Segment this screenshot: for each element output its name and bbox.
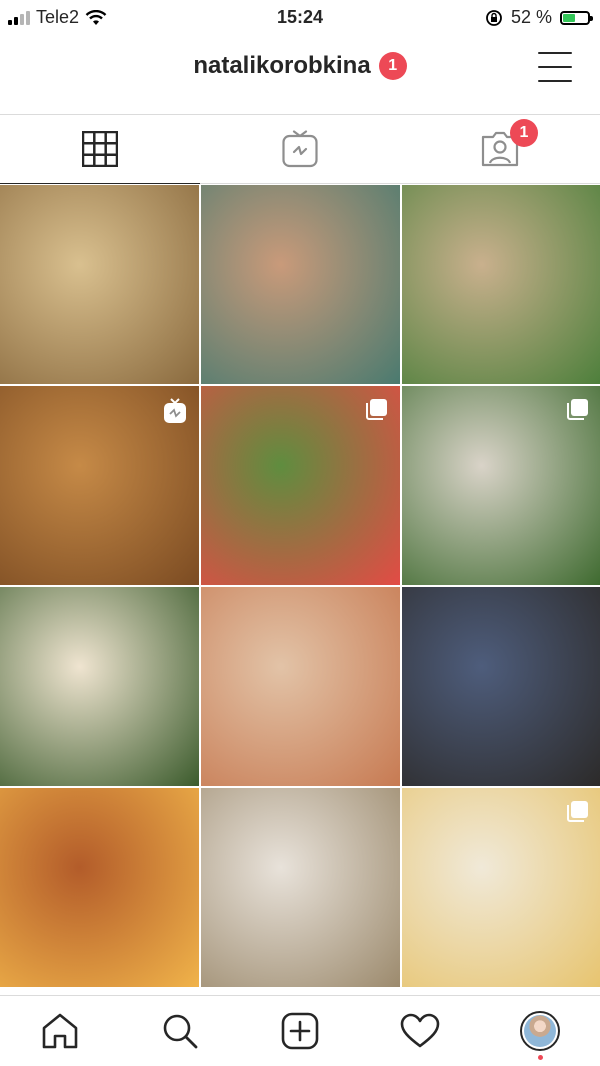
notification-badge: 1 <box>378 52 407 80</box>
grid-post[interactable]: family picnic on the beach <box>201 185 400 384</box>
bottom-nav <box>0 995 600 1066</box>
nav-home[interactable] <box>0 996 120 1066</box>
battery-icon <box>560 10 593 25</box>
nav-activity[interactable] <box>360 996 480 1066</box>
multiple-photos-icon <box>366 399 387 420</box>
tagged-badge: 1 <box>510 119 538 147</box>
grid-post[interactable]: girl with ice cream <box>201 386 400 585</box>
nav-search[interactable] <box>120 996 240 1066</box>
profile-tabs: 1 <box>0 114 600 184</box>
activity-dot <box>537 1055 543 1060</box>
grid-post[interactable]: meatballs with shrimp pasta <box>201 587 400 786</box>
home-icon <box>42 1013 78 1049</box>
profile-header: natalikorobkina 1 <box>0 34 600 114</box>
nav-profile[interactable] <box>480 996 600 1066</box>
grid-post[interactable]: pancakes and yellow mug <box>402 788 600 987</box>
menu-button[interactable] <box>538 52 572 82</box>
nav-add[interactable] <box>240 996 360 1066</box>
tab-igtv[interactable] <box>200 115 400 183</box>
igtv-icon <box>282 130 318 168</box>
grid-post[interactable]: quiche slices on wooden boards <box>0 185 199 384</box>
menu-line <box>538 52 572 54</box>
multiple-photos-icon <box>567 399 588 420</box>
grid-post[interactable]: stewed meat with pineapple and beans <box>0 788 199 987</box>
grid-icon <box>82 131 118 167</box>
grid-post[interactable]: homemade burgers <box>0 386 199 585</box>
grid-post[interactable]: family photo indoors <box>201 788 400 987</box>
tab-tagged[interactable]: 1 <box>400 115 600 183</box>
menu-line <box>538 66 572 68</box>
heart-icon <box>400 1013 440 1048</box>
username[interactable]: natalikorobkina <box>193 52 370 80</box>
grid-post[interactable]: woman on evening street <box>402 587 600 786</box>
multiple-photos-icon <box>567 801 588 822</box>
status-bar: Tele2 15:24 52 % <box>0 0 600 34</box>
add-icon <box>281 1012 319 1050</box>
rotation-lock-icon <box>486 9 502 26</box>
menu-line <box>538 80 572 82</box>
avatar-icon <box>520 1011 560 1051</box>
status-right: 52 % <box>485 7 593 28</box>
search-icon <box>163 1014 198 1049</box>
photo-grid: quiche slices on wooden boardsfamily pic… <box>0 185 600 995</box>
tab-grid[interactable] <box>0 115 200 184</box>
grid-post[interactable]: salad with chicken, feta and strawberrie… <box>402 185 600 384</box>
grid-post[interactable]: soup with egg and seaweed <box>0 587 199 786</box>
battery-percent: 52 % <box>510 7 552 27</box>
account-switcher[interactable]: natalikorobkina 1 <box>0 52 600 80</box>
grid-post[interactable]: pasta salad with wine <box>402 386 600 585</box>
igtv-icon <box>164 398 186 423</box>
